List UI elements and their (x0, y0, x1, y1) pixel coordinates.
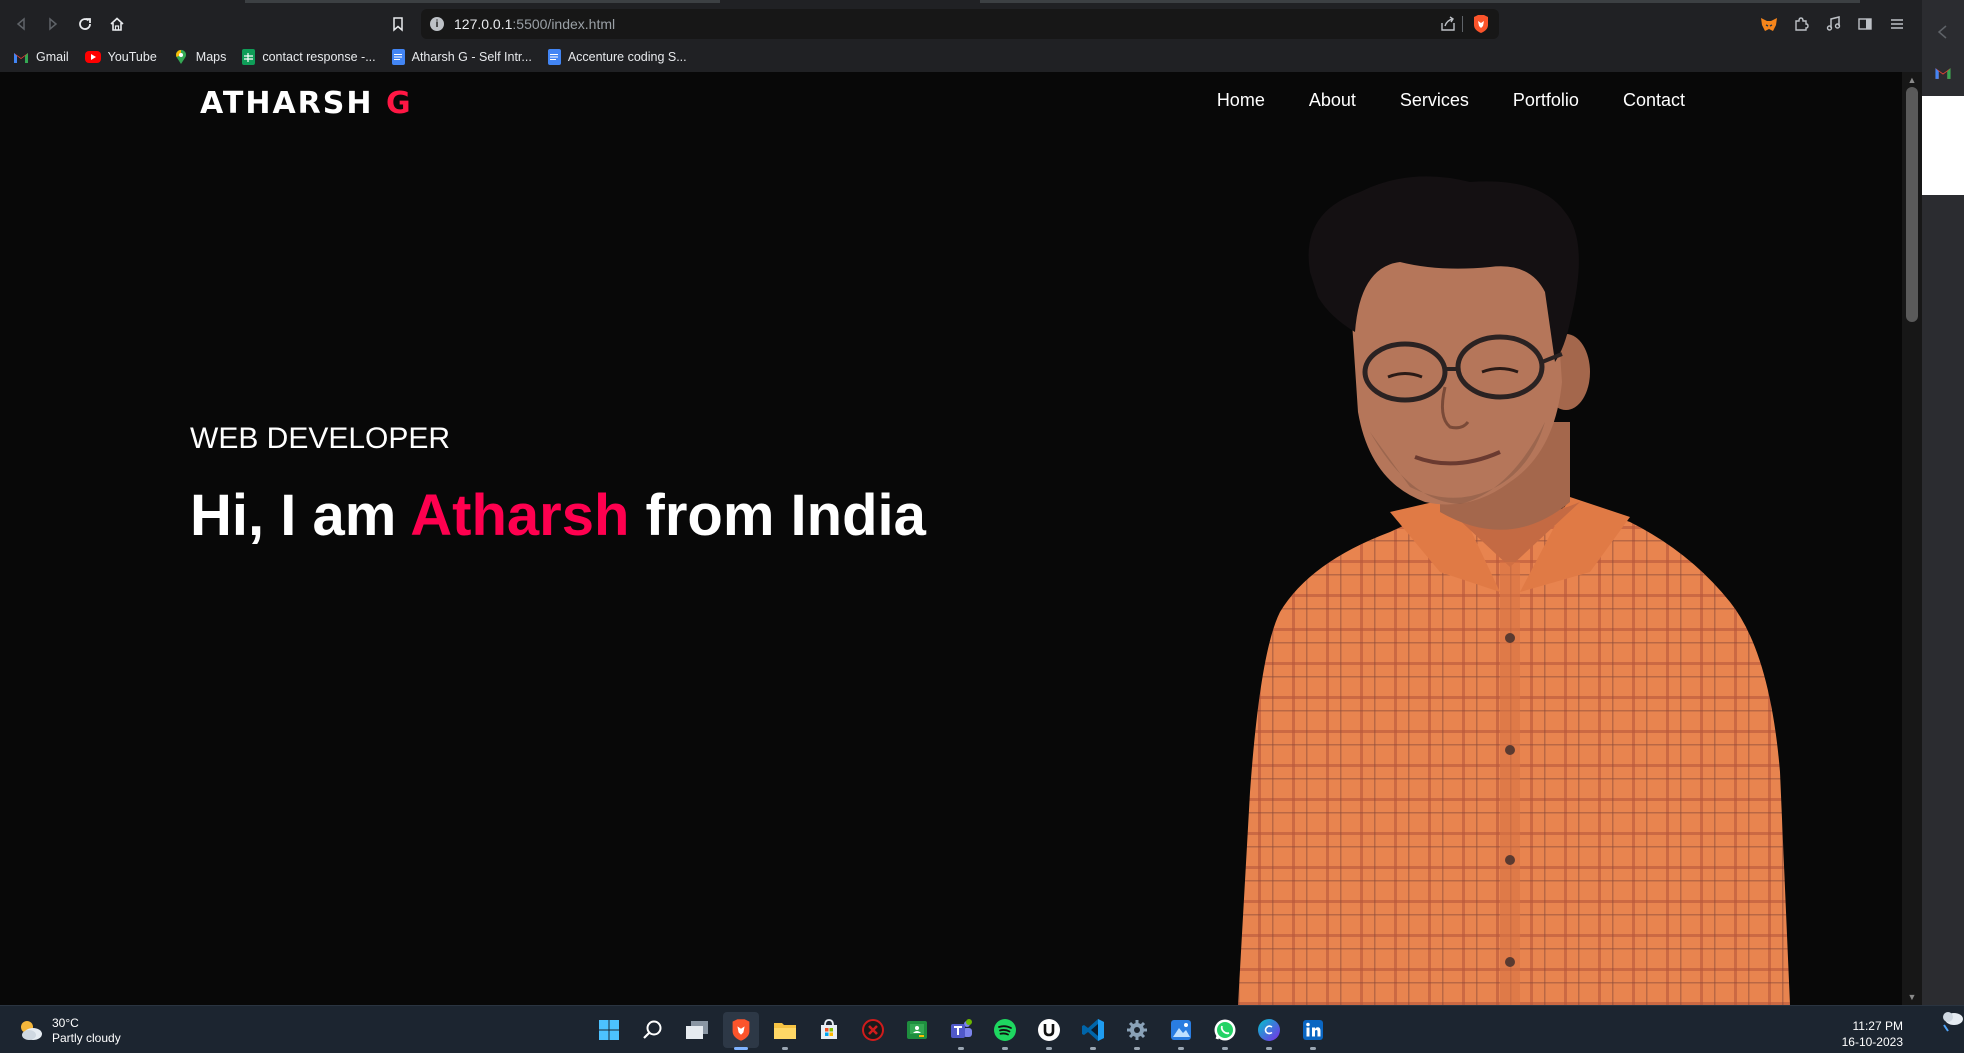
notification-weather-icon[interactable] (1938, 1005, 1964, 1035)
extensions-icon[interactable] (1788, 10, 1814, 38)
bookmark-label: contact response -... (262, 50, 376, 64)
file-explorer-icon[interactable] (767, 1012, 803, 1050)
bookmark-label: Atharsh G - Self Intr... (411, 50, 532, 64)
scroll-thumb[interactable] (1906, 87, 1918, 322)
metamask-icon[interactable] (1756, 10, 1782, 38)
photos-icon[interactable] (1163, 1012, 1199, 1050)
nav-portfolio[interactable]: Portfolio (1513, 90, 1579, 111)
menu-icon[interactable] (1884, 10, 1910, 38)
youtube-icon (84, 51, 101, 63)
share-icon[interactable] (1439, 15, 1457, 33)
teams-icon[interactable] (943, 1012, 979, 1050)
clock-time: 11:27 PM (1852, 1019, 1903, 1033)
brave-shields-icon[interactable] (1472, 14, 1490, 34)
hero-headline: Hi, I am Atharsh from India (190, 483, 926, 548)
url-divider (1462, 16, 1463, 32)
spotify-icon[interactable] (987, 1012, 1023, 1050)
taskbar-apps (591, 1012, 1339, 1050)
bookmark-maps[interactable]: Maps (173, 49, 227, 65)
bookmark-icon[interactable] (384, 10, 412, 38)
profile-photo (1238, 176, 1790, 1005)
docs-icon (391, 49, 405, 65)
forward-icon[interactable] (39, 10, 67, 38)
whatsapp-icon[interactable] (1207, 1012, 1243, 1050)
canva-icon[interactable] (1251, 1012, 1287, 1050)
gmail-icon (13, 49, 29, 65)
windows-taskbar: 30°C Partly cloudy 11:27 PM 16-10-2023 (0, 1005, 1964, 1053)
store-icon[interactable] (811, 1012, 847, 1048)
bookmark-label: Accenture coding S... (567, 50, 687, 64)
bookmark-youtube[interactable]: YouTube (84, 50, 157, 64)
side-panel-content (1922, 96, 1964, 195)
home-icon[interactable] (103, 10, 131, 38)
bookmarks-bar: Gmail YouTube Maps contact response -...… (0, 44, 690, 70)
task-view-icon[interactable] (679, 1012, 715, 1048)
bookmark-label: YouTube (107, 50, 157, 64)
clock-date: 16-10-2023 (1841, 1035, 1903, 1049)
system-clock[interactable]: 11:27 PM 16-10-2023 (1842, 1018, 1903, 1050)
app-icon[interactable] (855, 1012, 891, 1048)
u-app-icon[interactable] (1031, 1012, 1067, 1050)
url-text: 127.0.0.1:5500/index.html (454, 16, 616, 32)
vscode-icon[interactable] (1075, 1012, 1111, 1050)
settings-icon[interactable] (1119, 1012, 1155, 1050)
docs-icon (547, 49, 561, 65)
sidebar-toggle-icon[interactable] (1852, 10, 1878, 38)
bookmark-accenture[interactable]: Accenture coding S... (547, 49, 687, 65)
classroom-icon[interactable] (899, 1012, 935, 1048)
weather-widget[interactable]: 30°C Partly cloudy (18, 1016, 121, 1046)
search-icon[interactable] (635, 1012, 671, 1048)
bookmark-label: Gmail (36, 50, 69, 64)
weather-condition: Partly cloudy (52, 1031, 121, 1045)
browser-toolbar: i 127.0.0.1:5500/index.html Gmail YouTub… (0, 4, 1922, 72)
nav-about[interactable]: About (1309, 90, 1356, 111)
site-info-icon[interactable]: i (430, 17, 444, 31)
main-nav: Home About Services Portfolio Contact (1173, 90, 1685, 111)
maps-icon (173, 49, 189, 65)
bookmark-gmail[interactable]: Gmail (13, 49, 69, 65)
back-icon[interactable] (7, 10, 35, 38)
collapse-panel-icon[interactable] (1935, 24, 1949, 45)
nav-services[interactable]: Services (1400, 90, 1469, 111)
linkedin-icon[interactable] (1295, 1012, 1331, 1050)
brave-icon[interactable] (723, 1012, 759, 1050)
screen: i 127.0.0.1:5500/index.html Gmail YouTub… (0, 0, 1964, 1053)
hero-subtitle: WEB DEVELOPER (190, 422, 451, 455)
nav-contact[interactable]: Contact (1623, 90, 1685, 111)
page-scrollbar[interactable]: ▲ ▼ (1902, 72, 1922, 1005)
sheets-icon (242, 49, 256, 65)
bookmark-contact-response[interactable]: contact response -... (242, 49, 376, 65)
site-logo[interactable]: ATHARSH G (200, 86, 413, 121)
weather-temperature: 30°C (52, 1016, 79, 1030)
scroll-up-icon[interactable]: ▲ (1907, 75, 1917, 85)
partly-cloudy-icon (18, 1018, 44, 1044)
webpage: ATHARSH G Home About Services Portfolio … (0, 72, 1902, 1005)
bookmark-label: Maps (195, 50, 227, 64)
reload-icon[interactable] (71, 10, 99, 38)
gmail-icon[interactable] (1934, 66, 1952, 85)
start-icon[interactable] (591, 1012, 627, 1048)
nav-home[interactable]: Home (1217, 90, 1265, 111)
scroll-down-icon[interactable]: ▼ (1907, 992, 1917, 1002)
media-icon[interactable] (1820, 10, 1846, 38)
address-bar[interactable]: i 127.0.0.1:5500/index.html (421, 9, 1499, 39)
bookmark-self-intro[interactable]: Atharsh G - Self Intr... (391, 49, 532, 65)
